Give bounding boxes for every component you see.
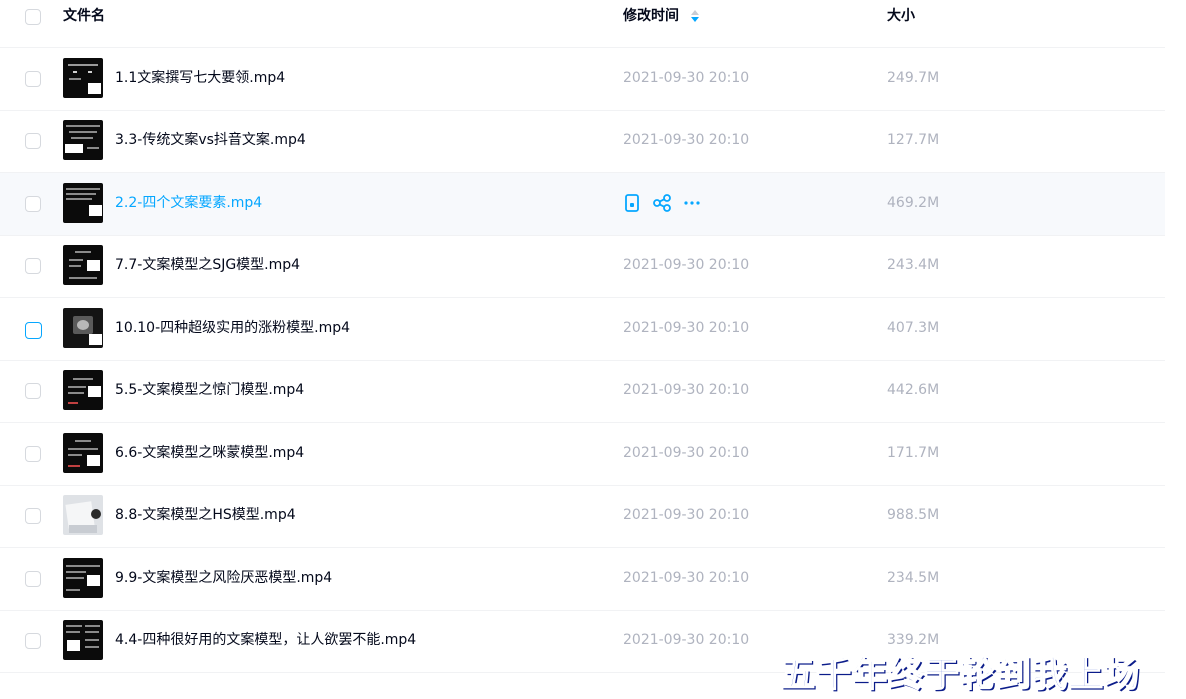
file-name[interactable]: 1.1文案撰写七大要领.mp4 — [115, 69, 285, 87]
modified-time: 2021-09-30 20:10 — [623, 132, 750, 148]
video-thumbnail[interactable] — [63, 120, 103, 160]
file-row[interactable]: 3.3-传统文案vs抖音文案.mp4 2021-09-30 20:10 127.… — [0, 110, 1165, 173]
sort-icon[interactable] — [690, 9, 700, 23]
file-row[interactable]: 9.9-文案模型之风险厌恶模型.mp4 2021-09-30 20:10 234… — [0, 548, 1165, 611]
video-thumbnail[interactable] — [63, 558, 103, 598]
column-header-time[interactable]: 修改时间 — [623, 7, 679, 25]
modified-time: 2021-09-30 20:10 — [623, 382, 750, 398]
video-thumbnail[interactable] — [63, 183, 103, 223]
file-name[interactable]: 9.9-文案模型之风险厌恶模型.mp4 — [115, 569, 332, 587]
row-checkbox[interactable] — [25, 322, 42, 339]
file-row-hovered[interactable]: 2.2-四个文案要素.mp4 469.2M — [0, 173, 1165, 236]
video-thumbnail[interactable] — [63, 308, 103, 348]
file-name[interactable]: 8.8-文案模型之HS模型.mp4 — [115, 506, 296, 524]
row-checkbox[interactable] — [25, 133, 41, 149]
watermark-text: 五千年终于轮到我上场 — [779, 654, 1141, 696]
file-size: 171.7M — [887, 445, 940, 461]
row-checkbox[interactable] — [25, 633, 41, 649]
file-row[interactable]: 1.1文案撰写七大要领.mp4 2021-09-30 20:10 249.7M — [0, 48, 1165, 111]
file-list-page: 文件名 修改时间 大小 1.1文案撰写七大要领.mp4 2021-09-30 2… — [0, 0, 1186, 699]
file-size: 469.2M — [887, 195, 940, 211]
file-row[interactable]: 10.10-四种超级实用的涨粉模型.mp4 2021-09-30 20:10 4… — [0, 298, 1165, 361]
file-name[interactable]: 6.6-文案模型之咪蒙模型.mp4 — [115, 444, 304, 462]
file-size: 988.5M — [887, 507, 940, 523]
file-size: 243.4M — [887, 257, 940, 273]
modified-time: 2021-09-30 20:10 — [623, 507, 750, 523]
modified-time: 2021-09-30 20:10 — [623, 70, 750, 86]
file-name[interactable]: 3.3-传统文案vs抖音文案.mp4 — [115, 131, 306, 149]
file-name[interactable]: 10.10-四种超级实用的涨粉模型.mp4 — [115, 319, 350, 337]
file-size: 234.5M — [887, 570, 940, 586]
file-row[interactable]: 7.7-文案模型之SJG模型.mp4 2021-09-30 20:10 243.… — [0, 235, 1165, 298]
share-icon[interactable] — [652, 193, 672, 213]
file-name[interactable]: 5.5-文案模型之惊门模型.mp4 — [115, 381, 304, 399]
file-size: 339.2M — [887, 632, 940, 648]
list-header: 文件名 修改时间 大小 — [0, 0, 1165, 48]
file-size: 407.3M — [887, 320, 940, 336]
file-name[interactable]: 4.4-四种很好用的文案模型，让人欲罢不能.mp4 — [115, 631, 416, 649]
modified-time: 2021-09-30 20:10 — [623, 632, 750, 648]
video-thumbnail[interactable] — [63, 370, 103, 410]
file-size: 442.6M — [887, 382, 940, 398]
phone-icon[interactable] — [622, 193, 642, 213]
file-row[interactable]: 5.5-文案模型之惊门模型.mp4 2021-09-30 20:10 442.6… — [0, 360, 1165, 423]
row-checkbox[interactable] — [25, 196, 41, 212]
modified-time: 2021-09-30 20:10 — [623, 445, 750, 461]
row-checkbox[interactable] — [25, 508, 41, 524]
column-header-size[interactable]: 大小 — [887, 7, 915, 25]
file-row[interactable]: 6.6-文案模型之咪蒙模型.mp4 2021-09-30 20:10 171.7… — [0, 423, 1165, 486]
more-icon[interactable] — [682, 193, 702, 213]
file-name[interactable]: 7.7-文案模型之SJG模型.mp4 — [115, 256, 300, 274]
row-checkbox[interactable] — [25, 258, 41, 274]
file-name[interactable]: 2.2-四个文案要素.mp4 — [115, 194, 262, 212]
row-checkbox[interactable] — [25, 383, 41, 399]
file-size: 127.7M — [887, 132, 940, 148]
modified-time: 2021-09-30 20:10 — [623, 320, 750, 336]
video-thumbnail[interactable] — [63, 58, 103, 98]
column-header-name[interactable]: 文件名 — [63, 7, 105, 25]
file-row[interactable]: 8.8-文案模型之HS模型.mp4 2021-09-30 20:10 988.5… — [0, 485, 1165, 548]
row-checkbox[interactable] — [25, 71, 41, 87]
select-all-checkbox[interactable] — [25, 9, 41, 25]
video-thumbnail[interactable] — [63, 433, 103, 473]
modified-time: 2021-09-30 20:10 — [623, 570, 750, 586]
video-thumbnail[interactable] — [63, 620, 103, 660]
row-checkbox[interactable] — [25, 571, 41, 587]
row-checkbox[interactable] — [25, 446, 41, 462]
video-thumbnail[interactable] — [63, 245, 103, 285]
video-thumbnail[interactable] — [63, 495, 103, 535]
modified-time: 2021-09-30 20:10 — [623, 257, 750, 273]
file-size: 249.7M — [887, 70, 940, 86]
